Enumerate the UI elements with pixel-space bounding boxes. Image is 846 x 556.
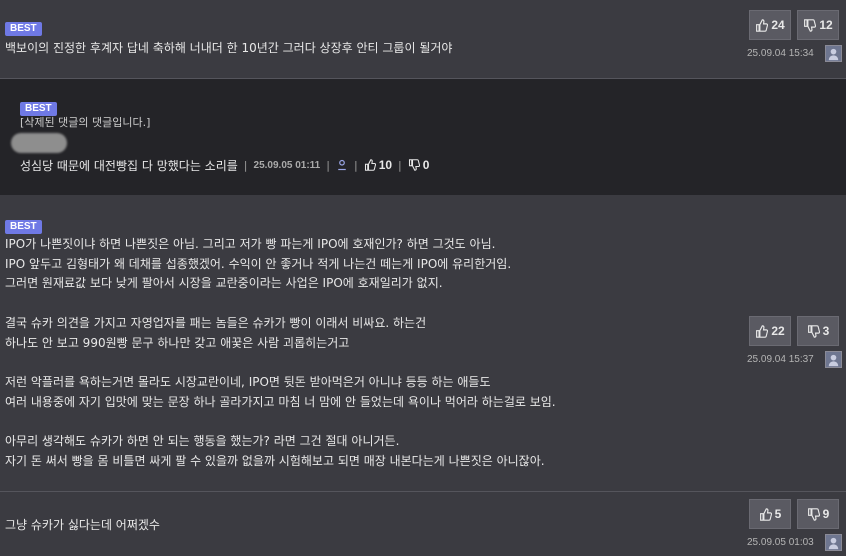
comment-timestamp: 25.09.05 01:03 xyxy=(747,537,814,548)
upvote-button[interactable]: 22 xyxy=(749,316,791,346)
thumbs-down-icon xyxy=(807,324,820,338)
blurred-username xyxy=(11,133,67,153)
comment-text: 백보이의 진정한 후계자 답네 축하해 너내더 한 10년간 그러다 상장후 안… xyxy=(5,41,453,55)
reply-timestamp: 25.09.05 01:11 xyxy=(253,159,321,171)
upvote-button[interactable]: 5 xyxy=(749,499,791,529)
deleted-comment-note: [삭제된 댓글의 댓글입니다.] xyxy=(20,116,151,129)
thumbs-down-icon xyxy=(804,18,817,32)
comment-text: 그냥 슈카가 싫다는데 어쩌겠수 xyxy=(5,518,160,532)
downvote-count: 9 xyxy=(822,507,830,521)
thumbs-up-icon xyxy=(756,18,769,32)
user-avatar-icon[interactable] xyxy=(825,351,842,368)
reply-text: 성심당 때문에 대전빵집 다 망했다는 소리를 xyxy=(20,158,238,173)
separator: | xyxy=(326,158,330,172)
comment-timestamp: 25.09.04 15:34 xyxy=(747,48,814,59)
separator: | xyxy=(243,158,248,172)
best-badge: BEST xyxy=(5,22,42,36)
upvote-count: 22 xyxy=(771,324,785,338)
upvote-count: 24 xyxy=(771,18,785,32)
comment-1: BEST 백보이의 진정한 후계자 답네 축하해 너내더 한 10년간 그러다 … xyxy=(0,0,846,78)
user-avatar-icon[interactable] xyxy=(825,45,842,62)
downvote-button[interactable]: 3 xyxy=(797,316,839,346)
separator: | xyxy=(398,158,402,172)
thumbs-up-icon[interactable] xyxy=(364,159,376,171)
thumbs-down-icon xyxy=(807,507,820,521)
downvote-count: 12 xyxy=(819,18,833,32)
reply-upvote-count: 10 xyxy=(378,158,393,172)
comment-timestamp: 25.09.04 15:37 xyxy=(747,354,814,365)
thumbs-up-icon xyxy=(756,324,769,338)
comment-3: 그냥 슈카가 싫다는데 어쩌겠수 5 9 25.09.05 01:03 xyxy=(0,492,846,556)
reply-comment: BEST [삭제된 댓글의 댓글입니다.] 성심당 때문에 대전빵집 다 망했다… xyxy=(0,79,846,195)
thumbs-up-icon xyxy=(759,507,772,521)
downvote-button[interactable]: 9 xyxy=(797,499,839,529)
reply-line: 성심당 때문에 대전빵집 다 망했다는 소리를 | 25.09.05 01:11… xyxy=(20,155,429,175)
comment-text: IPO가 나쁜짓이냐 하면 나쁜짓은 아님. 그리고 저가 빵 파는게 IPO에… xyxy=(5,237,556,468)
separator: | xyxy=(353,158,358,172)
comment-2: BEST IPO가 나쁜짓이냐 하면 나쁜짓은 아님. 그리고 저가 빵 파는게… xyxy=(0,195,846,491)
upvote-button[interactable]: 24 xyxy=(749,10,791,40)
downvote-button[interactable]: 12 xyxy=(797,10,839,40)
downvote-count: 3 xyxy=(822,324,830,338)
thumbs-down-icon[interactable] xyxy=(408,159,420,171)
user-avatar-icon[interactable] xyxy=(825,534,842,551)
upvote-count: 5 xyxy=(774,507,782,521)
reply-downvote-count: 0 xyxy=(422,158,430,172)
best-badge: BEST xyxy=(5,220,42,234)
person-icon[interactable] xyxy=(336,159,348,171)
